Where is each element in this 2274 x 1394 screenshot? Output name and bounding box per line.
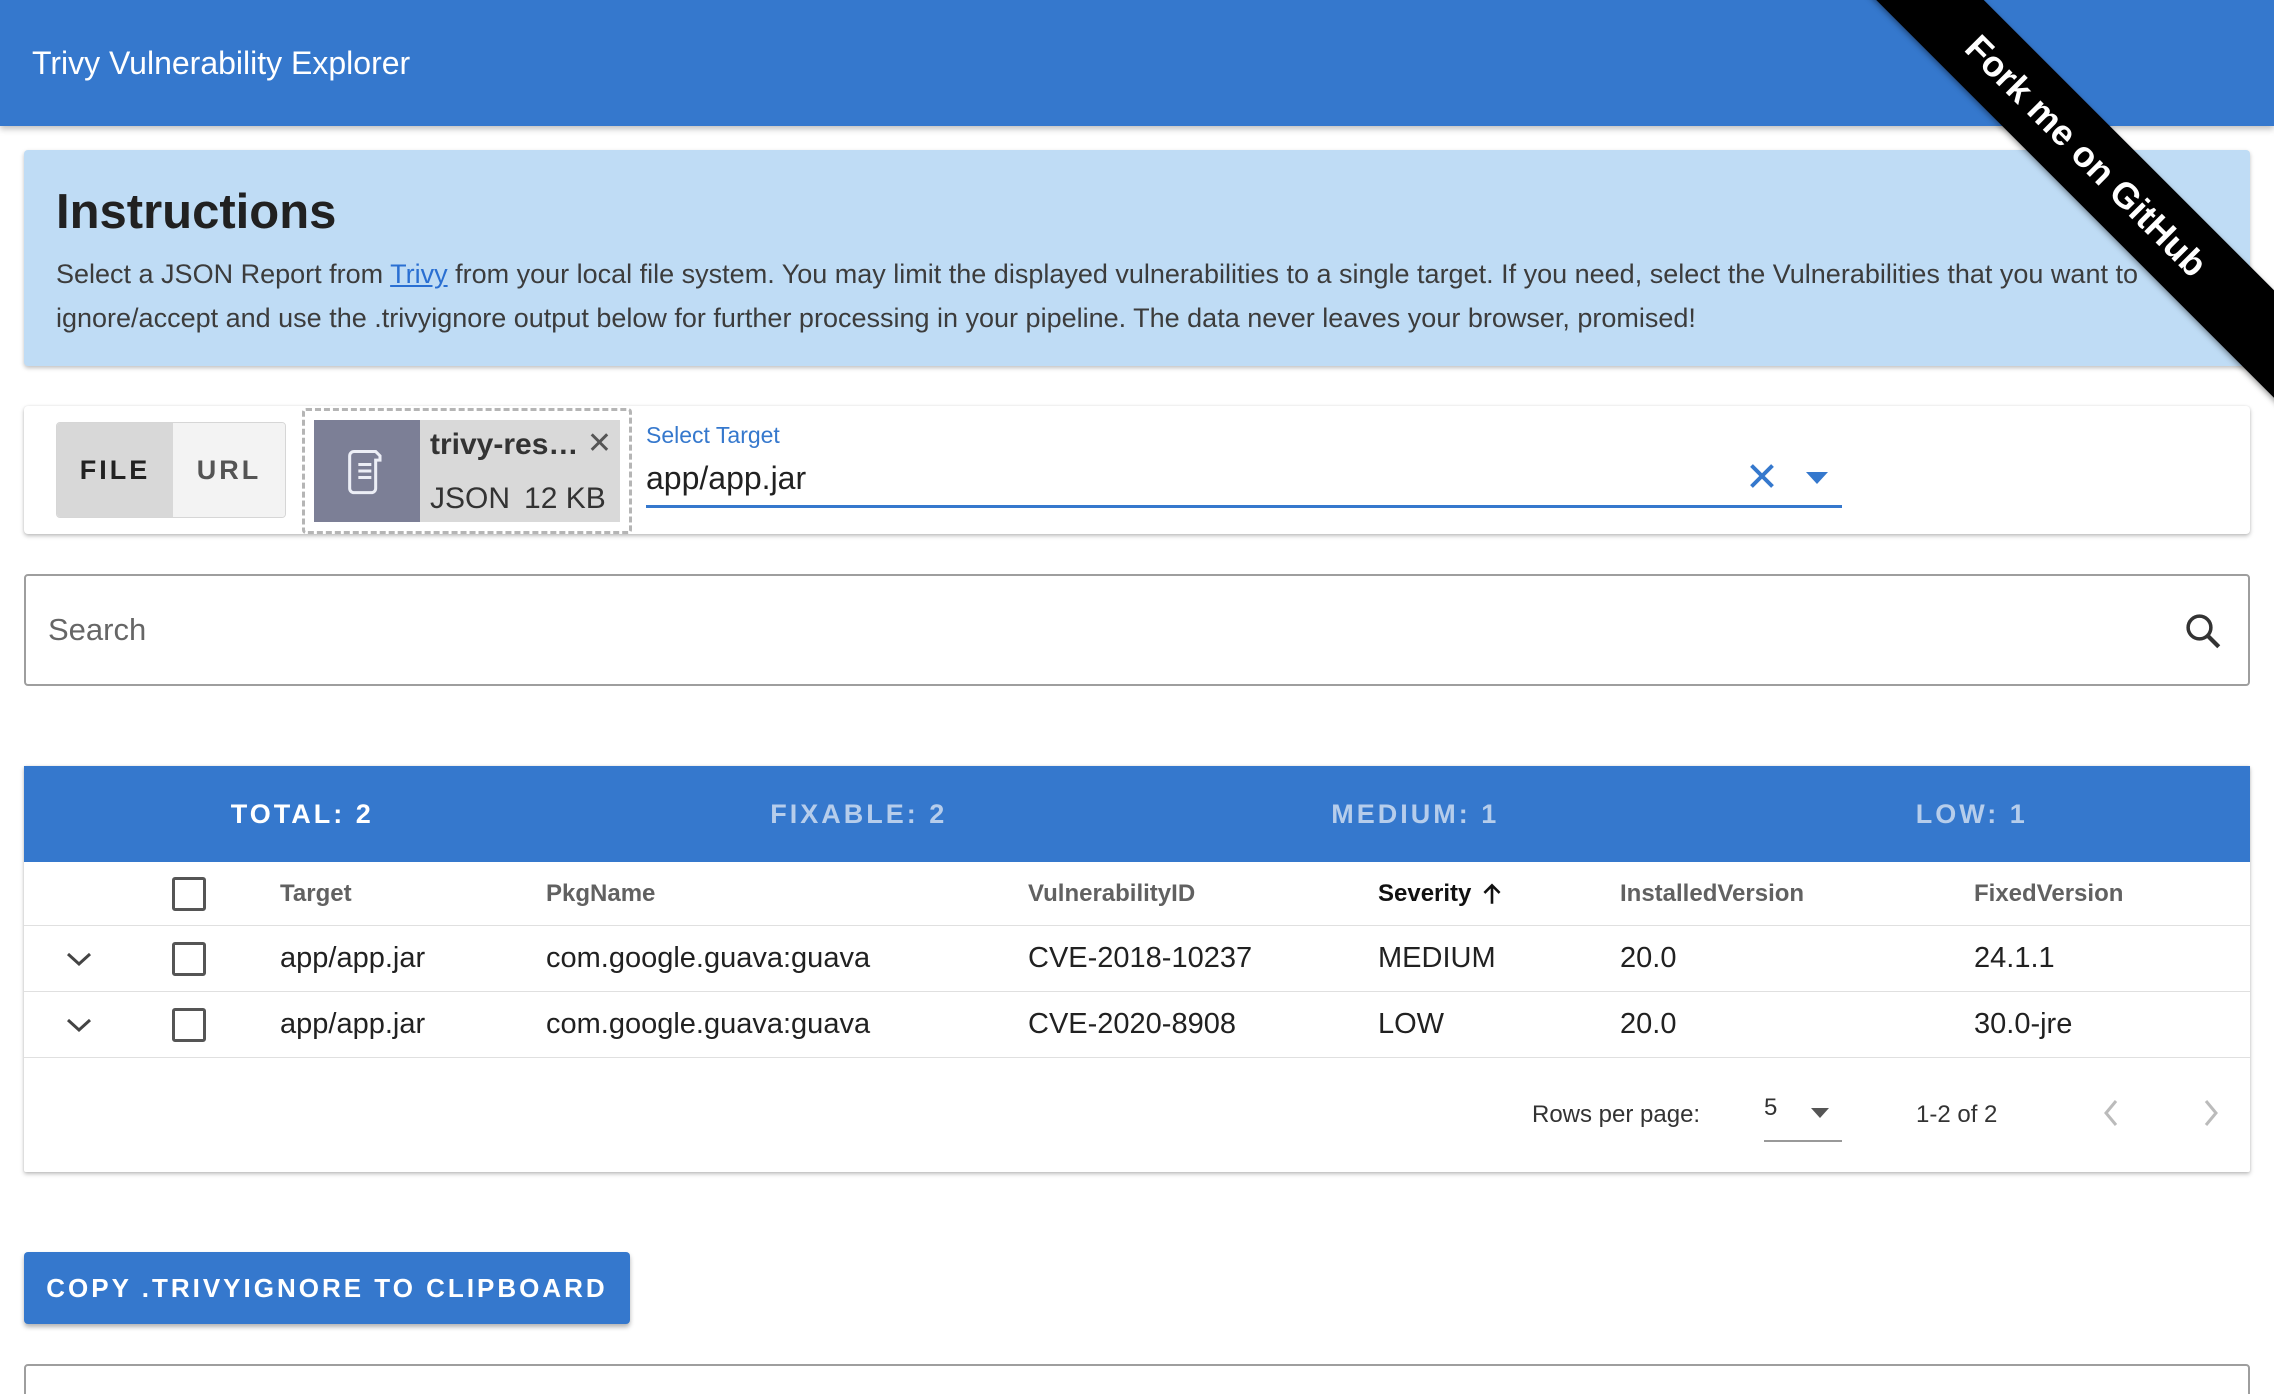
- stats-tabs: TOTAL: 2 FIXABLE: 2 MEDIUM: 1 LOW: 1: [24, 766, 2250, 862]
- remove-file-icon[interactable]: ✕: [587, 426, 612, 461]
- file-toggle-button[interactable]: FILE: [57, 423, 173, 517]
- cell-installed-version: 20.0: [1620, 942, 1677, 974]
- cell-pkgname: com.google.guava:guava: [546, 1008, 871, 1040]
- rows-per-page-label: Rows per page:: [1532, 1101, 1701, 1128]
- rows-per-page-select[interactable]: 5: [1764, 1088, 1842, 1142]
- sort-arrow-up-icon: [1483, 882, 1501, 904]
- header-severity-label: Severity: [1378, 879, 1472, 907]
- file-meta: trivy-res… JSON 12 KB: [420, 420, 606, 522]
- clear-target-icon[interactable]: [1744, 458, 1780, 499]
- source-toggle: FILE URL: [56, 422, 286, 518]
- header-fixed-version[interactable]: FixedVersion: [1974, 862, 2123, 925]
- header-installed-version[interactable]: InstalledVersion: [1620, 862, 1804, 925]
- instructions-card: Instructions Select a JSON Report from T…: [24, 150, 2250, 366]
- select-target-field[interactable]: Select Target app/app.jar: [646, 416, 1842, 508]
- cell-target: app/app.jar: [280, 942, 426, 974]
- cell-installed-version: 20.0: [1620, 1008, 1677, 1040]
- file-item: trivy-res… JSON 12 KB ✕: [314, 420, 620, 522]
- file-name: trivy-res…: [430, 428, 579, 461]
- stat-low-tab[interactable]: LOW: 1: [1694, 766, 2251, 862]
- row-checkbox[interactable]: [172, 926, 206, 991]
- rows-per-page-value: 5: [1764, 1094, 1778, 1121]
- file-type: JSON: [430, 482, 511, 515]
- cell-severity: LOW: [1378, 1008, 1445, 1040]
- search-icon[interactable]: [2182, 610, 2224, 657]
- instructions-title: Instructions: [56, 185, 337, 239]
- stat-total-tab[interactable]: TOTAL: 2: [24, 766, 581, 862]
- next-page-icon[interactable]: [2200, 1096, 2222, 1135]
- cell-fixed-version: 24.1.1: [1974, 942, 2055, 974]
- trivyignore-output-field[interactable]: [24, 1364, 2250, 1394]
- report-controls-card: FILE URL trivy-res… JSON 12 KB ✕ Select T…: [24, 406, 2250, 534]
- cell-target: app/app.jar: [280, 1008, 426, 1040]
- header-severity[interactable]: Severity: [1378, 862, 1505, 925]
- stat-fixable-tab[interactable]: FIXABLE: 2: [581, 766, 1138, 862]
- page-range: 1-2 of 2: [1916, 1101, 1998, 1128]
- cell-severity: MEDIUM: [1378, 942, 1496, 974]
- chevron-down-icon: [1810, 1106, 1830, 1124]
- select-target-label: Select Target: [646, 422, 780, 448]
- header-pkgname[interactable]: PkgName: [546, 862, 655, 925]
- table-header: Target PkgName VulnerabilityID Severity …: [24, 862, 2250, 926]
- trivy-link[interactable]: Trivy: [390, 259, 447, 289]
- table-footer: Rows per page: 5 1-2 of 2: [24, 1058, 2250, 1172]
- header-target[interactable]: Target: [280, 862, 352, 925]
- previous-page-icon[interactable]: [2100, 1096, 2122, 1135]
- file-icon: [314, 420, 420, 522]
- instructions-text-before: Select a JSON Report from: [56, 259, 391, 289]
- expand-row-chevron-icon[interactable]: [64, 992, 94, 1057]
- select-all-checkbox[interactable]: [172, 862, 206, 925]
- file-size: 12 KB: [524, 482, 606, 515]
- file-info: JSON 12 KB: [430, 482, 606, 516]
- expand-row-chevron-icon[interactable]: [64, 926, 94, 991]
- cell-vulnerability-id: CVE-2020-8908: [1028, 1008, 1236, 1040]
- search-input[interactable]: [48, 576, 2148, 684]
- table-row[interactable]: app/app.jar com.google.guava:guava CVE-2…: [24, 992, 2250, 1058]
- vulnerability-table-card: TOTAL: 2 FIXABLE: 2 MEDIUM: 1 LOW: 1 Tar…: [24, 766, 2250, 1172]
- instructions-text: Select a JSON Report from Trivy from you…: [56, 252, 2226, 340]
- chevron-down-icon[interactable]: [1804, 470, 1830, 491]
- search-field: [24, 574, 2250, 686]
- cell-vulnerability-id: CVE-2018-10237: [1028, 942, 1253, 974]
- select-target-value: app/app.jar: [646, 460, 807, 496]
- file-dropzone[interactable]: trivy-res… JSON 12 KB ✕: [302, 408, 632, 534]
- header-vulnerability-id[interactable]: VulnerabilityID: [1028, 862, 1195, 925]
- app-title: Trivy Vulnerability Explorer: [32, 44, 411, 81]
- stat-medium-tab[interactable]: MEDIUM: 1: [1137, 766, 1694, 862]
- cell-fixed-version: 30.0-jre: [1974, 1008, 2073, 1040]
- copy-trivyignore-button[interactable]: COPY .TRIVYIGNORE TO CLIPBOARD: [24, 1252, 630, 1324]
- url-toggle-button[interactable]: URL: [173, 423, 285, 517]
- row-checkbox[interactable]: [172, 992, 206, 1057]
- table-row[interactable]: app/app.jar com.google.guava:guava CVE-2…: [24, 926, 2250, 992]
- cell-pkgname: com.google.guava:guava: [546, 942, 871, 974]
